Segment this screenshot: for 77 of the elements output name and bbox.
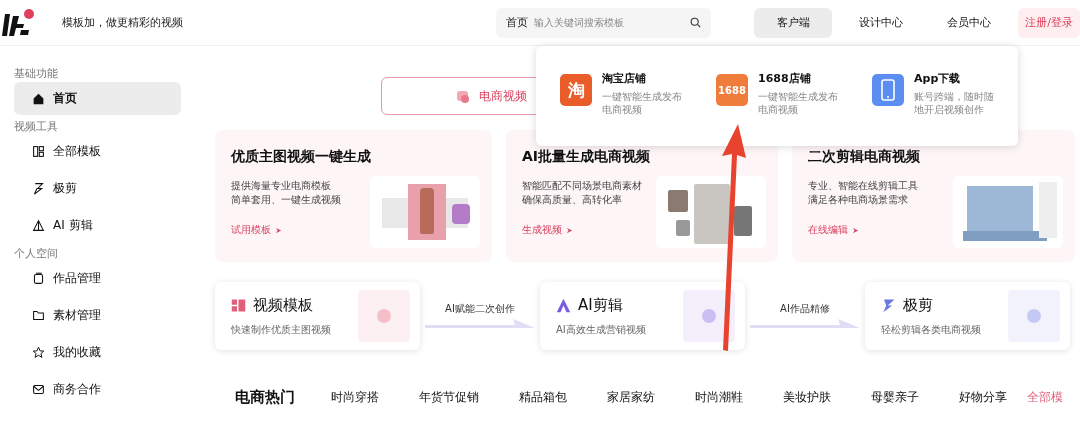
- category-link[interactable]: 好物分享: [959, 389, 1007, 406]
- sidebar-item[interactable]: 商务合作: [14, 373, 181, 406]
- feature-card[interactable]: 二次剪辑电商视频 专业、智能在线剪辑工具 满足各种电商场景需求 在线编辑: [792, 130, 1075, 262]
- chevron-icon: [275, 226, 282, 234]
- logo-icon[interactable]: [2, 7, 36, 38]
- tool-subtitle: AI高效生成营销视频: [556, 322, 647, 337]
- tool-title: 视频模板: [253, 295, 313, 315]
- all-templates-link[interactable]: 全部模: [1027, 389, 1063, 406]
- menu-item-title: App下载: [914, 71, 962, 86]
- tool-card[interactable]: 视频模板 快速制作优质主图视频: [215, 282, 420, 350]
- menu-item-description: 一键智能生成发布 电商视频: [602, 90, 682, 116]
- search-icon[interactable]: [690, 17, 701, 28]
- sidebar-item[interactable]: 作品管理: [14, 262, 181, 295]
- tool-illustration: [358, 290, 410, 342]
- section-title: 电商热门: [235, 388, 295, 407]
- site-tagline: 模板加，做更精彩的视频: [62, 15, 183, 30]
- chevron-icon: [852, 226, 859, 234]
- sidebar-item[interactable]: AI 剪辑: [14, 209, 181, 242]
- category-link[interactable]: 母婴亲子: [871, 389, 919, 406]
- connector-label: AI赋能二次创作: [445, 302, 515, 316]
- category-link[interactable]: 年货节促销: [419, 389, 479, 406]
- grid-icon: [32, 145, 45, 158]
- lightning-icon: [32, 182, 45, 195]
- card-title: AI批量生成电商视频: [522, 148, 652, 166]
- star-icon: [32, 346, 45, 359]
- sidebar-section-title: 基础功能: [14, 66, 59, 82]
- sidebar-item[interactable]: 极剪: [14, 172, 181, 205]
- card-description: 提供海量专业电商模板 简单套用、一键生成视频: [231, 179, 342, 207]
- category-link[interactable]: 家居家纺: [607, 389, 655, 406]
- chevron-icon: [566, 226, 573, 234]
- category-link[interactable]: 时尚穿搭: [331, 389, 379, 406]
- tool-card[interactable]: AI剪辑 AI高效生成营销视频: [540, 282, 745, 350]
- connector-label: AI作品精修: [780, 302, 830, 316]
- nav-button[interactable]: 设计中心: [842, 7, 920, 38]
- search-scope[interactable]: 首页: [506, 15, 528, 30]
- nav-button[interactable]: 客户端: [754, 7, 832, 38]
- sidebar-item[interactable]: 我的收藏: [14, 336, 181, 369]
- card-link[interactable]: 试用模板: [231, 223, 271, 237]
- phone-icon: [872, 74, 904, 106]
- tool-subtitle: 轻松剪辑各类电商视频: [881, 322, 982, 337]
- sidebar-item[interactable]: 首页: [14, 82, 181, 115]
- category-link[interactable]: 美妆护肤: [783, 389, 831, 406]
- nav-button[interactable]: 注册/登录: [1018, 7, 1080, 38]
- search-input[interactable]: 输入关键词搜索模板: [534, 17, 690, 28]
- category-link[interactable]: 精品箱包: [519, 389, 567, 406]
- menu-item-title: 淘宝店铺: [602, 71, 647, 86]
- sidebar-item[interactable]: 全部模板: [14, 135, 181, 168]
- tool-illustration: [683, 290, 735, 342]
- feature-card[interactable]: 优质主图视频一键生成 提供海量专业电商模板 简单套用、一键生成视频 试用模板: [215, 130, 492, 262]
- tool-illustration: [1008, 290, 1060, 342]
- folder-icon: [32, 309, 45, 322]
- tool-title: 极剪: [903, 295, 933, 315]
- card-description: 智能匹配不同场景电商素材 确保高质量、高转化率: [522, 179, 643, 207]
- card-link[interactable]: 生成视频: [522, 223, 562, 237]
- store-logo: 1688: [716, 74, 748, 106]
- card-link[interactable]: 在线编辑: [808, 223, 848, 237]
- card-description: 专业、智能在线剪辑工具 满足各种电商场景需求: [808, 179, 919, 207]
- sidebar-item[interactable]: 素材管理: [14, 299, 181, 332]
- bag-icon: [455, 88, 471, 104]
- tool-title: AI剪辑: [578, 295, 623, 315]
- sidebar-section-title: 视频工具: [14, 119, 59, 135]
- card-title: 优质主图视频一键生成: [231, 148, 372, 166]
- search-bar[interactable]: 首页 输入关键词搜索模板: [496, 7, 711, 38]
- store-logo: 淘: [560, 74, 592, 106]
- document-icon: [32, 272, 45, 285]
- tool-subtitle: 快速制作优质主图视频: [231, 322, 332, 337]
- mail-icon: [32, 383, 45, 396]
- menu-item-description: 账号跨端，随时随 地开启视频创作: [914, 90, 994, 116]
- menu-item-description: 一键智能生成发布 电商视频: [758, 90, 838, 116]
- tool-card[interactable]: 极剪 轻松剪辑各类电商视频: [865, 282, 1070, 350]
- category-link[interactable]: 时尚潮鞋: [695, 389, 743, 406]
- home-icon: [32, 92, 45, 105]
- nav-button[interactable]: 会员中心: [930, 7, 1008, 38]
- triangle-icon: [32, 219, 45, 232]
- menu-item-title: 1688店铺: [758, 71, 812, 86]
- card-title: 二次剪辑电商视频: [808, 148, 921, 166]
- sidebar-section-title: 个人空间: [14, 246, 59, 262]
